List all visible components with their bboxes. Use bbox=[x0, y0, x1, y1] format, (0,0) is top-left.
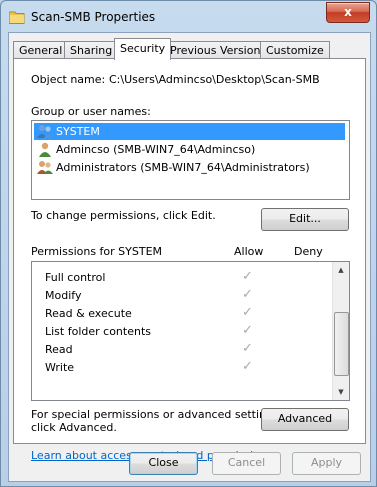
users-group-icon bbox=[37, 125, 53, 138]
tab-security[interactable]: Security bbox=[114, 38, 172, 60]
permission-name: Full control bbox=[45, 271, 106, 284]
allow-check-icon: ✓ bbox=[242, 341, 253, 356]
allow-check-icon: ✓ bbox=[242, 287, 253, 302]
list-item-admincso[interactable]: Admincso (SMB-WIN7_64\Admincso) bbox=[34, 141, 345, 158]
allow-header: Allow bbox=[234, 245, 264, 258]
permission-name: Modify bbox=[45, 289, 82, 302]
allow-check-icon: ✓ bbox=[242, 305, 253, 320]
scroll-down-arrow-icon[interactable]: ▼ bbox=[333, 384, 349, 400]
properties-window: Scan-SMB Properties x General Sharing Se… bbox=[0, 0, 377, 487]
tab-sharing[interactable]: Sharing bbox=[64, 41, 119, 59]
list-item-label: SYSTEM bbox=[56, 125, 100, 138]
allow-check-icon: ✓ bbox=[242, 359, 253, 374]
tab-strip: General Sharing Security Previous Versio… bbox=[9, 33, 370, 60]
user-list[interactable]: SYSTEM Admincso (SMB-WIN7_64\Admincso) A… bbox=[31, 120, 350, 200]
title-bar[interactable]: Scan-SMB Properties x bbox=[1, 1, 376, 33]
list-item-administrators[interactable]: Administrators (SMB-WIN7_64\Administrato… bbox=[34, 159, 345, 176]
folder-icon bbox=[9, 11, 25, 24]
object-name-label: Object name: bbox=[31, 73, 106, 86]
permission-name: Write bbox=[45, 361, 75, 374]
deny-header: Deny bbox=[294, 245, 323, 258]
special-permissions-text-2: click Advanced. bbox=[31, 421, 117, 434]
permission-row: Modify ✓ bbox=[32, 286, 332, 304]
permission-name: Read & execute bbox=[45, 307, 132, 320]
group-label: Group or user names: bbox=[31, 105, 151, 118]
permission-name: Read bbox=[45, 343, 73, 356]
apply-button[interactable]: Apply bbox=[292, 452, 361, 475]
close-window-button[interactable]: x bbox=[326, 2, 370, 23]
special-permissions-text: For special permissions or advanced sett… bbox=[31, 408, 283, 421]
window-title: Scan-SMB Properties bbox=[31, 10, 156, 24]
security-panel: Object name: C:\Users\Admincso\Desktop\S… bbox=[13, 58, 366, 444]
users-group-icon bbox=[37, 161, 53, 174]
permissions-scrollbar[interactable]: ▲ ▼ bbox=[332, 262, 349, 400]
list-item-system[interactable]: SYSTEM bbox=[34, 123, 345, 140]
tab-previous-versions[interactable]: Previous Versions bbox=[164, 41, 273, 59]
permission-row: Full control ✓ bbox=[32, 268, 332, 286]
advanced-button[interactable]: Advanced bbox=[261, 408, 349, 431]
tab-customize[interactable]: Customize bbox=[260, 41, 330, 59]
allow-check-icon: ✓ bbox=[242, 269, 253, 284]
tab-general[interactable]: General bbox=[13, 41, 69, 59]
object-name-value: C:\Users\Admincso\Desktop\Scan-SMB bbox=[109, 73, 320, 86]
scroll-thumb[interactable] bbox=[334, 312, 349, 376]
user-icon bbox=[39, 142, 51, 157]
permission-row: Read & execute ✓ bbox=[32, 304, 332, 322]
permission-row: Write ✓ bbox=[32, 358, 332, 376]
permissions-list[interactable]: Full control ✓ Modify ✓ Read & execute ✓… bbox=[31, 261, 350, 401]
allow-check-icon: ✓ bbox=[242, 323, 253, 338]
list-item-label: Admincso (SMB-WIN7_64\Admincso) bbox=[56, 143, 256, 156]
edit-button[interactable]: Edit... bbox=[261, 208, 349, 231]
permission-name: List folder contents bbox=[45, 325, 151, 338]
cancel-button[interactable]: Cancel bbox=[212, 452, 281, 475]
permission-row: Read ✓ bbox=[32, 340, 332, 358]
list-item-label: Administrators (SMB-WIN7_64\Administrato… bbox=[56, 161, 310, 174]
scroll-up-arrow-icon[interactable]: ▲ bbox=[333, 262, 349, 278]
change-permissions-text: To change permissions, click Edit. bbox=[31, 209, 216, 222]
permissions-for-label: Permissions for SYSTEM bbox=[31, 245, 163, 258]
permission-row: List folder contents ✓ bbox=[32, 322, 332, 340]
dialog-client: General Sharing Security Previous Versio… bbox=[8, 32, 371, 482]
close-button[interactable]: Close bbox=[129, 452, 198, 475]
